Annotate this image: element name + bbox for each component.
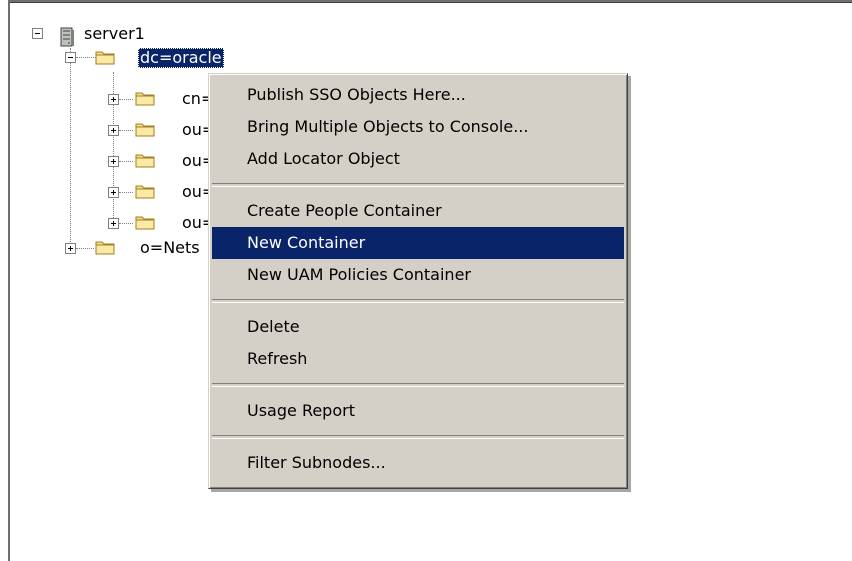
- folder-icon: [135, 216, 155, 230]
- menu-item-bring-multiple[interactable]: Bring Multiple Objects to Console...: [212, 111, 624, 143]
- context-menu: Publish SSO Objects Here... Bring Multip…: [208, 73, 628, 489]
- tree-node-label[interactable]: o=Nets: [138, 238, 202, 258]
- expand-toggle[interactable]: [108, 156, 119, 167]
- folder-icon: [135, 185, 155, 199]
- menu-item-new-container[interactable]: New Container: [212, 227, 624, 259]
- menu-separator: [212, 383, 624, 387]
- menu-item-filter-subnodes[interactable]: Filter Subnodes...: [212, 447, 624, 479]
- menu-item-create-people-container[interactable]: Create People Container: [212, 195, 624, 227]
- collapse-toggle[interactable]: [65, 52, 76, 63]
- collapse-toggle[interactable]: [32, 28, 43, 39]
- expand-toggle[interactable]: [108, 125, 119, 136]
- folder-icon: [135, 92, 155, 106]
- menu-separator: [212, 183, 624, 187]
- menu-item-refresh[interactable]: Refresh: [212, 343, 624, 375]
- expand-toggle[interactable]: [108, 218, 119, 229]
- folder-icon: [95, 241, 115, 255]
- tree-node-dc-oracle[interactable]: dc=oracle: [138, 48, 224, 68]
- menu-item-new-uam-policies-container[interactable]: New UAM Policies Container: [212, 259, 624, 291]
- menu-item-delete[interactable]: Delete: [212, 311, 624, 343]
- menu-separator: [212, 435, 624, 439]
- tree-node-server1[interactable]: server1: [82, 24, 147, 44]
- server-icon: [60, 27, 74, 47]
- menu-item-usage-report[interactable]: Usage Report: [212, 395, 624, 427]
- expand-toggle[interactable]: [108, 187, 119, 198]
- folder-icon: [95, 51, 115, 65]
- menu-item-publish-sso[interactable]: Publish SSO Objects Here...: [212, 79, 624, 111]
- menu-separator: [212, 299, 624, 303]
- menu-item-add-locator[interactable]: Add Locator Object: [212, 143, 624, 175]
- tree-connector: [70, 48, 71, 248]
- folder-icon: [135, 123, 155, 137]
- expand-toggle[interactable]: [65, 243, 76, 254]
- expand-toggle[interactable]: [108, 94, 119, 105]
- folder-icon: [135, 154, 155, 168]
